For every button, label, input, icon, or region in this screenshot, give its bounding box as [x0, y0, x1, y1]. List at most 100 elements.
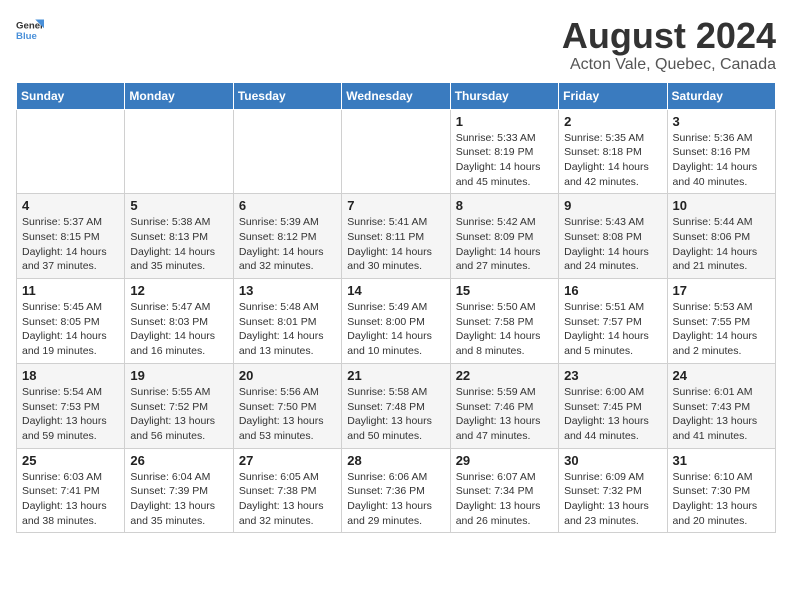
- day-number: 14: [347, 283, 444, 298]
- day-number: 4: [22, 198, 119, 213]
- calendar-table: SundayMondayTuesdayWednesdayThursdayFrid…: [16, 82, 776, 534]
- day-number: 6: [239, 198, 336, 213]
- day-number: 20: [239, 368, 336, 383]
- day-detail: Sunrise: 5:45 AM Sunset: 8:05 PM Dayligh…: [22, 300, 119, 359]
- day-detail: Sunrise: 5:33 AM Sunset: 8:19 PM Dayligh…: [456, 131, 553, 190]
- day-number: 3: [673, 114, 770, 129]
- calendar-cell: 29Sunrise: 6:07 AM Sunset: 7:34 PM Dayli…: [450, 448, 558, 533]
- calendar-cell: 6 Sunrise: 5:39 AM Sunset: 8:12 PM Daylig…: [233, 194, 341, 279]
- day-detail: Sunrise: 5:43 AM Sunset: 8:08 PM Dayligh…: [564, 215, 661, 274]
- calendar-cell: [125, 109, 233, 194]
- day-number: 1: [456, 114, 553, 129]
- calendar-cell: 21 Sunrise: 5:58 AM Sunset: 7:48 PM Dayli…: [342, 363, 450, 448]
- day-number: 5: [130, 198, 227, 213]
- day-number: 31: [673, 453, 770, 468]
- day-detail: Sunrise: 5:37 AM Sunset: 8:15 PM Dayligh…: [22, 215, 119, 274]
- day-detail: Sunrise: 6:01 AM Sunset: 7:43 PM Dayligh…: [673, 385, 770, 444]
- day-number: 22: [456, 368, 553, 383]
- day-detail: Sunrise: 5:35 AM Sunset: 8:18 PM Dayligh…: [564, 131, 661, 190]
- day-detail: Sunrise: 6:07 AM Sunset: 7:34 PM Dayligh…: [456, 470, 553, 529]
- calendar-cell: 5 Sunrise: 5:38 AM Sunset: 8:13 PM Daylig…: [125, 194, 233, 279]
- calendar-cell: 16 Sunrise: 5:51 AM Sunset: 7:57 PM Dayli…: [559, 279, 667, 364]
- week-row-4: 18Sunrise: 5:54 AM Sunset: 7:53 PM Dayli…: [17, 363, 776, 448]
- day-detail: Sunrise: 5:42 AM Sunset: 8:09 PM Dayligh…: [456, 215, 553, 274]
- day-detail: Sunrise: 6:04 AM Sunset: 7:39 PM Dayligh…: [130, 470, 227, 529]
- calendar-cell: 9 Sunrise: 5:43 AM Sunset: 8:08 PM Daylig…: [559, 194, 667, 279]
- day-number: 27: [239, 453, 336, 468]
- day-number: 24: [673, 368, 770, 383]
- day-detail: Sunrise: 5:53 AM Sunset: 7:55 PM Dayligh…: [673, 300, 770, 359]
- calendar-cell: 1 Sunrise: 5:33 AM Sunset: 8:19 PM Daylig…: [450, 109, 558, 194]
- calendar-cell: 19Sunrise: 5:55 AM Sunset: 7:52 PM Dayli…: [125, 363, 233, 448]
- calendar-cell: 13 Sunrise: 5:48 AM Sunset: 8:01 PM Dayli…: [233, 279, 341, 364]
- header-cell-sunday: Sunday: [17, 82, 125, 109]
- header-cell-monday: Monday: [125, 82, 233, 109]
- day-detail: Sunrise: 5:48 AM Sunset: 8:01 PM Dayligh…: [239, 300, 336, 359]
- day-number: 30: [564, 453, 661, 468]
- day-detail: Sunrise: 6:10 AM Sunset: 7:30 PM Dayligh…: [673, 470, 770, 529]
- day-detail: Sunrise: 5:56 AM Sunset: 7:50 PM Dayligh…: [239, 385, 336, 444]
- logo: General Blue: [16, 16, 44, 44]
- day-detail: Sunrise: 5:58 AM Sunset: 7:48 PM Dayligh…: [347, 385, 444, 444]
- day-number: 21: [347, 368, 444, 383]
- header-cell-wednesday: Wednesday: [342, 82, 450, 109]
- header-cell-friday: Friday: [559, 82, 667, 109]
- calendar-cell: 31 Sunrise: 6:10 AM Sunset: 7:30 PM Dayli…: [667, 448, 775, 533]
- day-number: 13: [239, 283, 336, 298]
- day-detail: Sunrise: 6:06 AM Sunset: 7:36 PM Dayligh…: [347, 470, 444, 529]
- calendar-cell: 3Sunrise: 5:36 AM Sunset: 8:16 PM Daylig…: [667, 109, 775, 194]
- calendar-header: SundayMondayTuesdayWednesdayThursdayFrid…: [17, 82, 776, 109]
- header-cell-tuesday: Tuesday: [233, 82, 341, 109]
- day-detail: Sunrise: 5:50 AM Sunset: 7:58 PM Dayligh…: [456, 300, 553, 359]
- main-title: August 2024: [562, 16, 776, 56]
- day-detail: Sunrise: 5:41 AM Sunset: 8:11 PM Dayligh…: [347, 215, 444, 274]
- day-number: 9: [564, 198, 661, 213]
- calendar-cell: 24 Sunrise: 6:01 AM Sunset: 7:43 PM Dayli…: [667, 363, 775, 448]
- day-detail: Sunrise: 6:03 AM Sunset: 7:41 PM Dayligh…: [22, 470, 119, 529]
- day-number: 17: [673, 283, 770, 298]
- day-number: 19: [130, 368, 227, 383]
- calendar-cell: 30 Sunrise: 6:09 AM Sunset: 7:32 PM Dayli…: [559, 448, 667, 533]
- svg-text:Blue: Blue: [16, 31, 37, 42]
- day-detail: Sunrise: 5:49 AM Sunset: 8:00 PM Dayligh…: [347, 300, 444, 359]
- page-header: General Blue August 2024 Acton Vale, Que…: [16, 16, 776, 74]
- day-detail: Sunrise: 5:39 AM Sunset: 8:12 PM Dayligh…: [239, 215, 336, 274]
- calendar-cell: 22 Sunrise: 5:59 AM Sunset: 7:46 PM Dayli…: [450, 363, 558, 448]
- calendar-cell: 7 Sunrise: 5:41 AM Sunset: 8:11 PM Daylig…: [342, 194, 450, 279]
- calendar-cell: [342, 109, 450, 194]
- week-row-5: 25 Sunrise: 6:03 AM Sunset: 7:41 PM Dayli…: [17, 448, 776, 533]
- day-number: 11: [22, 283, 119, 298]
- day-number: 10: [673, 198, 770, 213]
- header-cell-thursday: Thursday: [450, 82, 558, 109]
- calendar-cell: 14 Sunrise: 5:49 AM Sunset: 8:00 PM Dayli…: [342, 279, 450, 364]
- day-detail: Sunrise: 5:51 AM Sunset: 7:57 PM Dayligh…: [564, 300, 661, 359]
- calendar-cell: 10Sunrise: 5:44 AM Sunset: 8:06 PM Dayli…: [667, 194, 775, 279]
- day-number: 25: [22, 453, 119, 468]
- calendar-cell: 4 Sunrise: 5:37 AM Sunset: 8:15 PM Daylig…: [17, 194, 125, 279]
- day-number: 12: [130, 283, 227, 298]
- day-number: 2: [564, 114, 661, 129]
- day-detail: Sunrise: 5:38 AM Sunset: 8:13 PM Dayligh…: [130, 215, 227, 274]
- calendar-body: 1 Sunrise: 5:33 AM Sunset: 8:19 PM Daylig…: [17, 109, 776, 533]
- calendar-cell: 8Sunrise: 5:42 AM Sunset: 8:09 PM Daylig…: [450, 194, 558, 279]
- day-number: 23: [564, 368, 661, 383]
- day-number: 7: [347, 198, 444, 213]
- week-row-1: 1 Sunrise: 5:33 AM Sunset: 8:19 PM Daylig…: [17, 109, 776, 194]
- day-detail: Sunrise: 6:09 AM Sunset: 7:32 PM Dayligh…: [564, 470, 661, 529]
- day-number: 15: [456, 283, 553, 298]
- week-row-2: 4 Sunrise: 5:37 AM Sunset: 8:15 PM Daylig…: [17, 194, 776, 279]
- logo-icon: General Blue: [16, 16, 44, 44]
- calendar-cell: 11 Sunrise: 5:45 AM Sunset: 8:05 PM Dayli…: [17, 279, 125, 364]
- day-detail: Sunrise: 6:00 AM Sunset: 7:45 PM Dayligh…: [564, 385, 661, 444]
- calendar-cell: 28Sunrise: 6:06 AM Sunset: 7:36 PM Dayli…: [342, 448, 450, 533]
- calendar-cell: 17 Sunrise: 5:53 AM Sunset: 7:55 PM Dayli…: [667, 279, 775, 364]
- calendar-cell: 20 Sunrise: 5:56 AM Sunset: 7:50 PM Dayli…: [233, 363, 341, 448]
- day-detail: Sunrise: 5:59 AM Sunset: 7:46 PM Dayligh…: [456, 385, 553, 444]
- week-row-3: 11 Sunrise: 5:45 AM Sunset: 8:05 PM Dayli…: [17, 279, 776, 364]
- calendar-cell: [233, 109, 341, 194]
- day-number: 18: [22, 368, 119, 383]
- header-cell-saturday: Saturday: [667, 82, 775, 109]
- title-section: August 2024 Acton Vale, Quebec, Canada: [562, 16, 776, 74]
- calendar-cell: 27Sunrise: 6:05 AM Sunset: 7:38 PM Dayli…: [233, 448, 341, 533]
- day-number: 16: [564, 283, 661, 298]
